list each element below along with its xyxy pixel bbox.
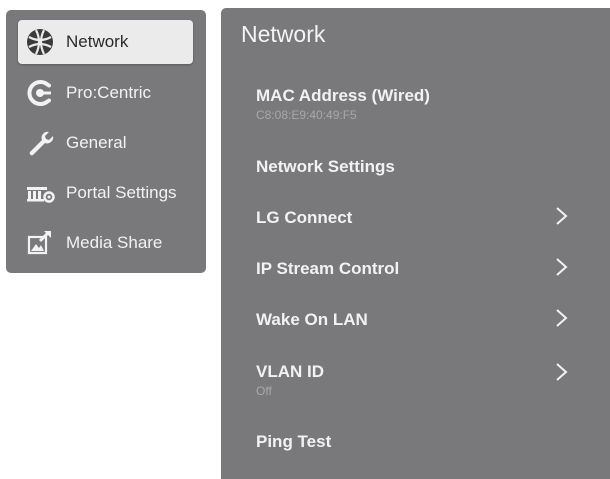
sidebar-item-portal-settings[interactable]: Portal Settings — [18, 171, 193, 215]
menu-item-label: Network Settings — [256, 157, 395, 176]
menu-item-label: Ping Test — [256, 432, 332, 451]
mac-address-value: C8:08:E9:40:49:F5 — [256, 108, 357, 122]
portal-icon — [25, 178, 55, 208]
menu-item-ping-test[interactable]: Ping Test — [221, 430, 610, 474]
menu-item-mac-address[interactable]: MAC Address (Wired) C8:08:E9:40:49:F5 — [221, 84, 610, 128]
menu-item-lg-connect[interactable]: LG Connect — [221, 206, 610, 250]
chevron-right-icon — [556, 309, 568, 327]
sidebar-item-network[interactable]: Network — [18, 20, 193, 64]
sidebar-item-general[interactable]: General — [18, 121, 193, 165]
sidebar-item-media-share[interactable]: Media Share — [18, 221, 193, 265]
menu-item-label: Wake On LAN — [256, 310, 368, 329]
chevron-right-icon — [556, 258, 568, 276]
sidebar-item-label: Portal Settings — [66, 183, 177, 202]
menu-item-network-settings[interactable]: Network Settings — [221, 154, 610, 198]
settings-panel: Network MAC Address (Wired) C8:08:E9:40:… — [221, 8, 610, 479]
menu-item-label: VLAN ID — [256, 362, 324, 381]
sidebar-item-label: General — [66, 133, 127, 152]
procentric-icon — [25, 78, 55, 108]
menu-item-ip-stream-control[interactable]: IP Stream Control — [221, 257, 610, 301]
menu-item-vlan-id[interactable]: VLAN ID Off — [221, 360, 610, 404]
chevron-right-icon — [556, 363, 568, 381]
vlan-id-value: Off — [256, 384, 272, 398]
menu-item-label: LG Connect — [256, 208, 353, 227]
sidebar: Network Pro:Centric General Portal Setti… — [6, 10, 206, 273]
chevron-right-icon — [556, 207, 568, 225]
menu-item-wake-on-lan[interactable]: Wake On LAN — [221, 308, 610, 352]
menu-item-label: IP Stream Control — [256, 259, 400, 278]
sidebar-item-label: Pro:Centric — [66, 83, 152, 102]
sidebar-item-label: Network — [66, 32, 129, 51]
sidebar-item-procentric[interactable]: Pro:Centric — [18, 71, 193, 115]
wrench-icon — [25, 128, 55, 158]
panel-title: Network — [241, 21, 326, 47]
media-share-icon — [25, 228, 55, 258]
menu-item-label: MAC Address (Wired) — [256, 86, 430, 105]
sidebar-item-label: Media Share — [66, 233, 163, 252]
globe-icon — [25, 27, 55, 57]
